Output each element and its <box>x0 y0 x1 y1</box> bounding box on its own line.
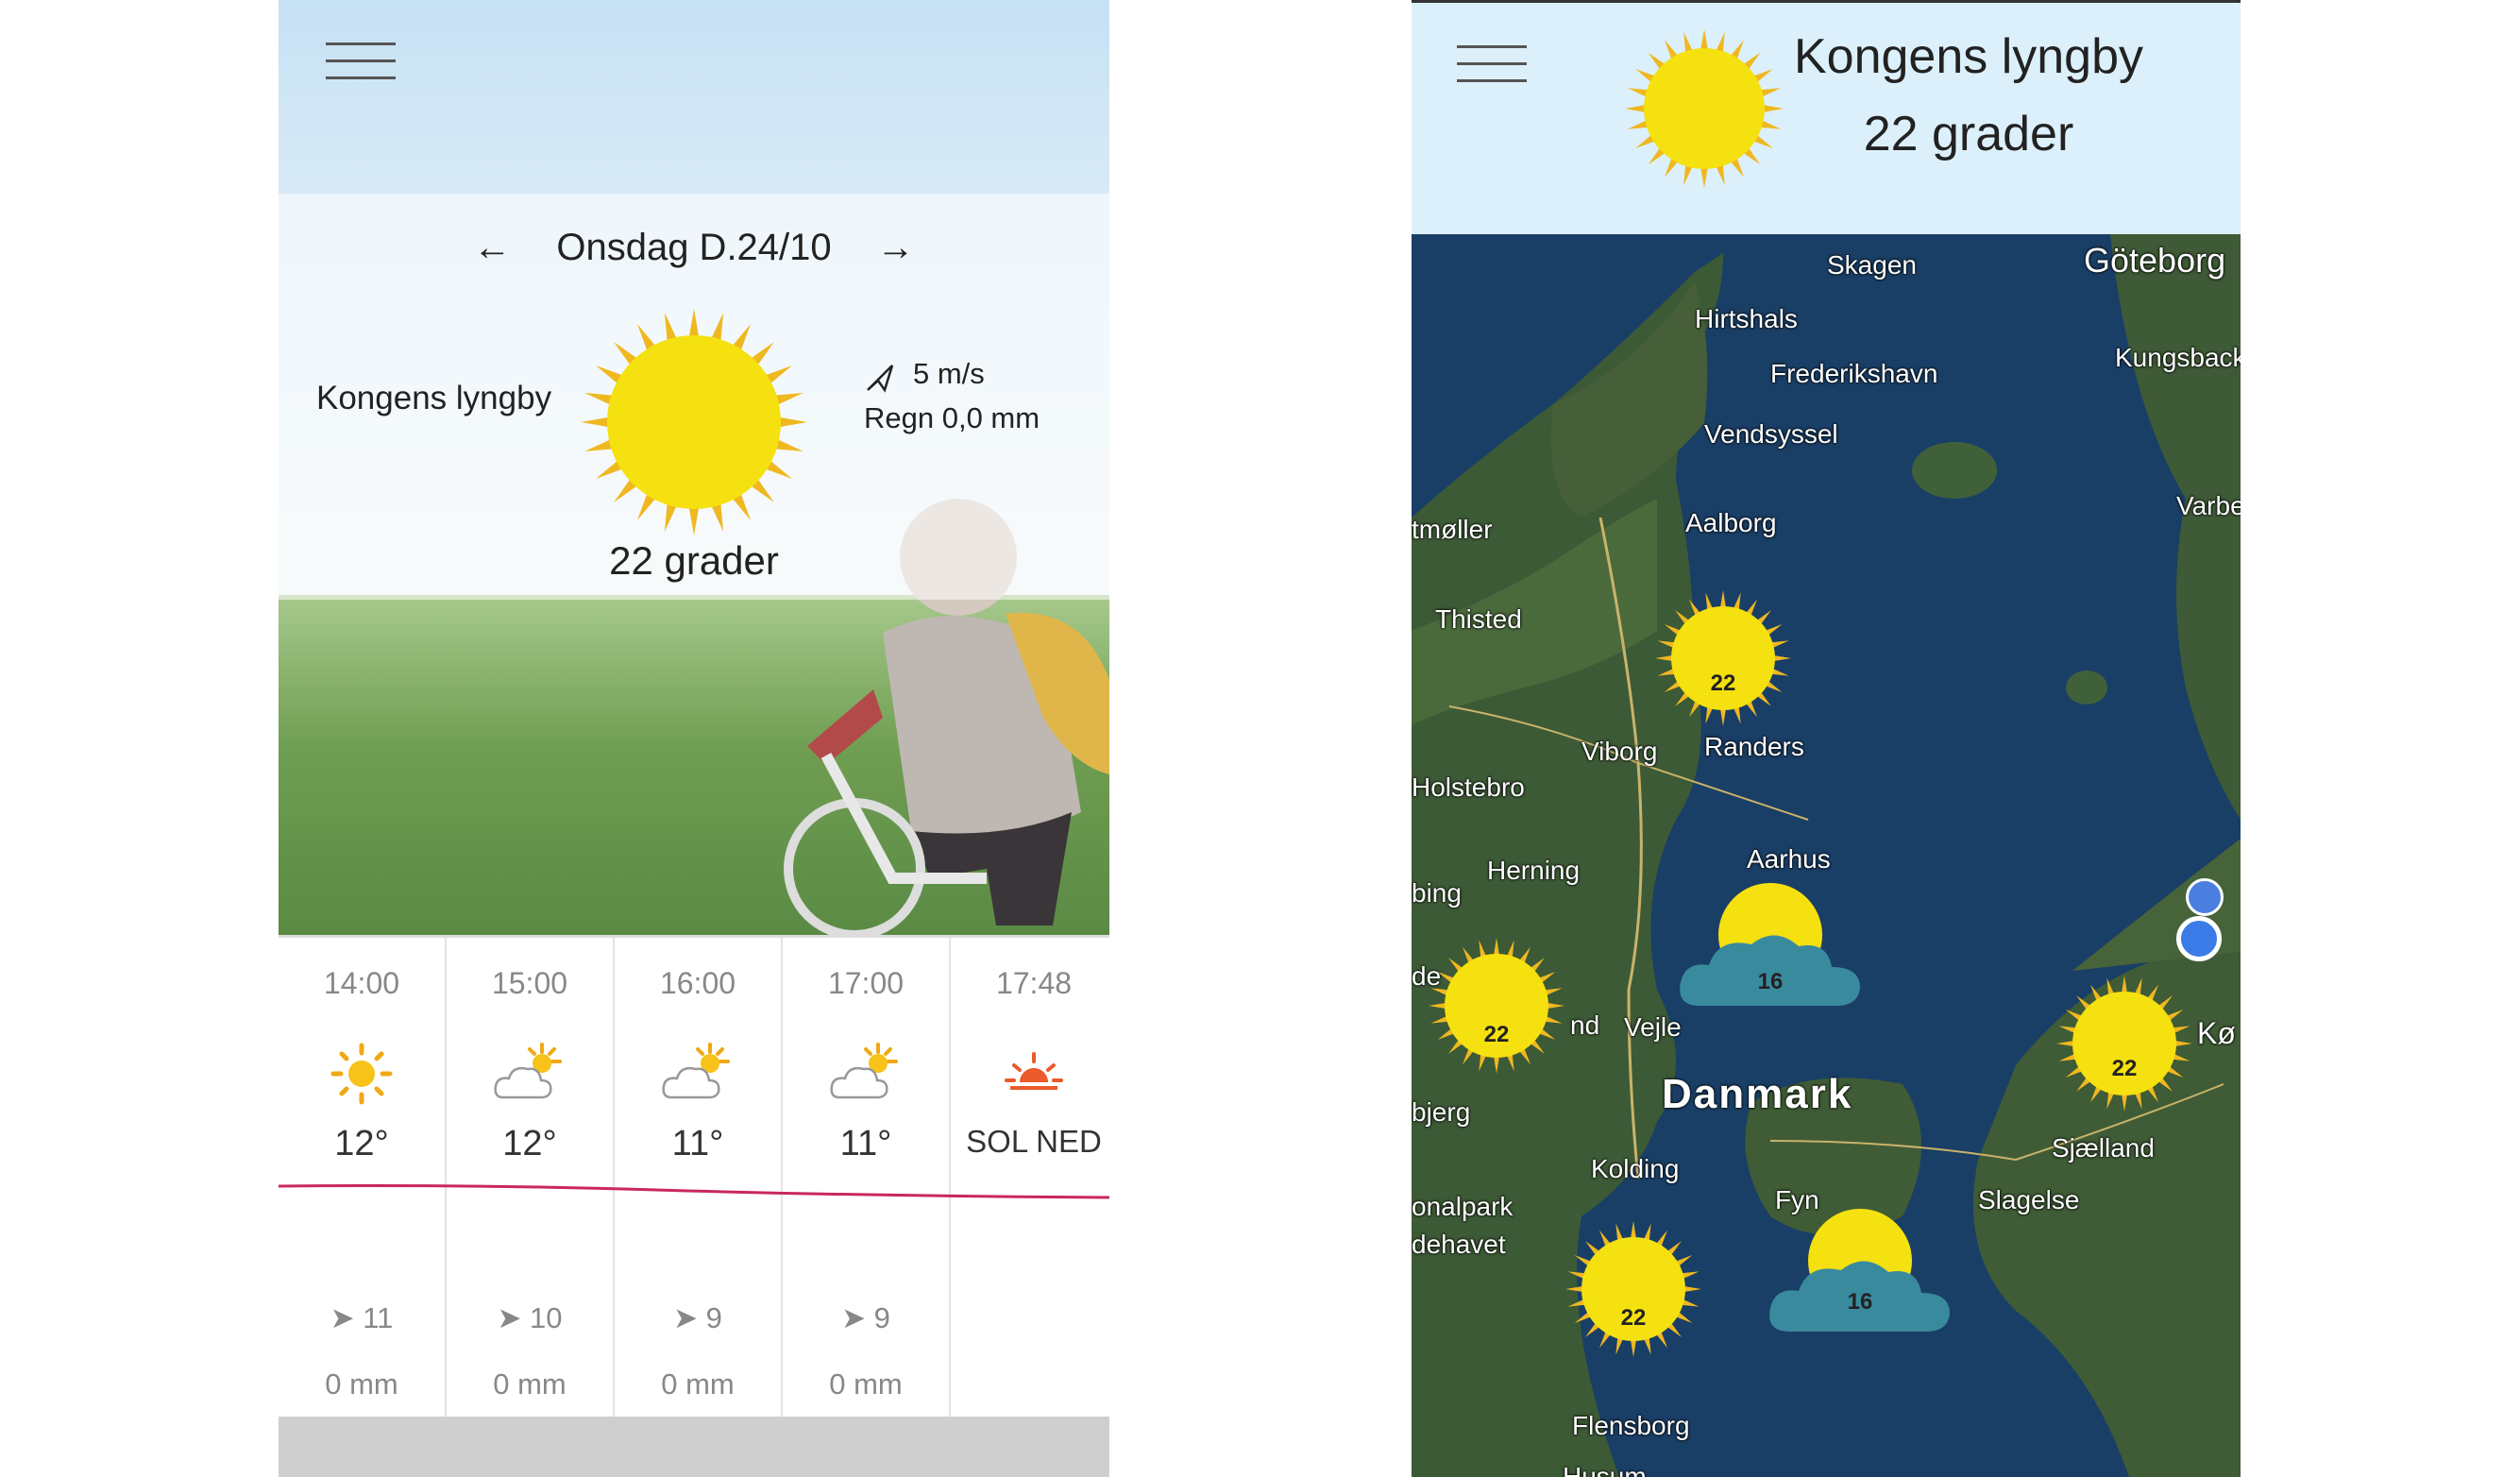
forecast-temp: 11° <box>671 1124 724 1163</box>
forecast-temp: 12° <box>502 1124 557 1163</box>
current-temperature: 22 grader <box>1863 107 2074 161</box>
temperature-trend-line <box>279 1184 1109 1199</box>
map-label: Kø <box>2197 1016 2236 1050</box>
date-label: Onsdag D.24/10 <box>556 227 832 268</box>
forecast-time: 15:00 <box>491 966 568 1000</box>
map-label: Thisted <box>1435 604 1522 634</box>
forecast-wind: ➤ 9 <box>673 1301 722 1334</box>
map-weather-marker[interactable]: 22 <box>1426 935 1567 1077</box>
rain-amount: Regn 0,0 mm <box>864 401 1040 434</box>
hourly-forecast: 14:00 12° ➤ 11 0 mm 15:00 12° ➤ 10 0 mm … <box>279 935 1109 1419</box>
map-label: Aalborg <box>1685 508 1777 537</box>
map-label: Vejle <box>1624 1012 1682 1042</box>
map-label: Kolding <box>1591 1154 1680 1183</box>
map-label: bing <box>1412 878 1462 908</box>
map-label: Göteborg <box>2084 241 2226 280</box>
right-phone-screen: Kongens lyngby 22 grader Skagen Göteborg… <box>1412 0 2241 1477</box>
forecast-rain: 0 mm <box>493 1367 567 1401</box>
sun-icon <box>2056 976 2192 1112</box>
map-weather-marker[interactable]: 22 <box>1652 587 1794 729</box>
map-label: Randers <box>1704 732 1804 761</box>
date-navigation: ← Onsdag D.24/10 → <box>279 227 1109 269</box>
forecast-wind: ➤ 10 <box>497 1301 563 1334</box>
current-temperature: 22 grader <box>609 538 779 583</box>
forecast-time: 14:00 <box>323 966 400 1000</box>
left-phone-screen: ← Onsdag D.24/10 → Kongens lyngby 22 grade… <box>279 0 1109 1477</box>
top-bar <box>279 0 1109 194</box>
menu-icon[interactable] <box>1457 45 1527 83</box>
menu-icon[interactable] <box>326 42 396 80</box>
map-label: Vendsyssel <box>1704 419 1838 449</box>
map-label: Skagen <box>1827 250 1917 280</box>
bottom-edge <box>279 1417 1109 1477</box>
partly-cloudy-icon <box>615 1041 781 1107</box>
next-day-arrow-icon[interactable]: → <box>877 227 915 268</box>
map-label: tmøller <box>1412 515 1493 544</box>
forecast-time: 17:00 <box>827 966 905 1000</box>
map-label: Flensborg <box>1572 1411 1690 1440</box>
map-label: Viborg <box>1581 737 1658 766</box>
forecast-time: 17:48 <box>995 966 1073 1000</box>
partly-cloudy-icon <box>447 1041 613 1107</box>
current-location-icon <box>2176 916 2222 961</box>
forecast-wind: ➤ 11 <box>330 1301 394 1334</box>
forecast-rain: 0 mm <box>829 1367 903 1401</box>
city-name: Kongens lyngby <box>1793 29 2144 84</box>
city-name: Kongens lyngby <box>316 380 552 416</box>
map-weather-marker[interactable]: 16 <box>1671 869 1869 1010</box>
sun-icon <box>279 1041 445 1107</box>
sunset-icon <box>951 1041 1109 1107</box>
home-marker-icon[interactable] <box>2186 878 2224 916</box>
partly-cloudy-icon <box>783 1041 949 1107</box>
map-label: Herning <box>1487 856 1581 885</box>
map-label: Hirtshals <box>1695 304 1798 333</box>
forecast-temp: SOL NED <box>966 1124 1102 1159</box>
forecast-time: 16:00 <box>659 966 736 1000</box>
sun-icon <box>581 309 807 535</box>
map-label: nd <box>1570 1010 1600 1040</box>
map-label: Holstebro <box>1412 772 1525 802</box>
map-label: Frederikshavn <box>1770 359 1938 388</box>
map-label: onalpark <box>1412 1192 1514 1221</box>
map-weather-marker[interactable]: 22 <box>2054 973 2195 1114</box>
wind-speed: 5 m/s <box>913 357 985 390</box>
map-label-country: Danmark <box>1662 1071 1853 1117</box>
map-label: Slagelse <box>1978 1185 2080 1214</box>
map-label: dehavet <box>1412 1230 1506 1259</box>
forecast-temp: 11° <box>839 1124 892 1163</box>
map-label: Varbe <box>2176 491 2241 520</box>
map-weather-marker[interactable]: 22 <box>1563 1218 1704 1360</box>
forecast-temp: 12° <box>334 1124 389 1163</box>
map-weather-marker[interactable]: 16 <box>1761 1195 1959 1336</box>
prev-day-arrow-icon[interactable]: ← <box>473 227 511 268</box>
map-label: Husum <box>1563 1462 1647 1477</box>
forecast-rain: 0 mm <box>325 1367 398 1401</box>
wind-direction-icon <box>867 365 894 393</box>
sun-icon <box>1655 590 1791 726</box>
sun-icon <box>1429 938 1564 1074</box>
forecast-wind: ➤ 9 <box>841 1301 890 1334</box>
sun-icon <box>1565 1221 1701 1357</box>
map-label: Sjælland <box>2052 1133 2155 1163</box>
map-label: Kungsback <box>2115 343 2241 372</box>
map-label: bjerg <box>1412 1097 1471 1127</box>
forecast-rain: 0 mm <box>661 1367 735 1401</box>
